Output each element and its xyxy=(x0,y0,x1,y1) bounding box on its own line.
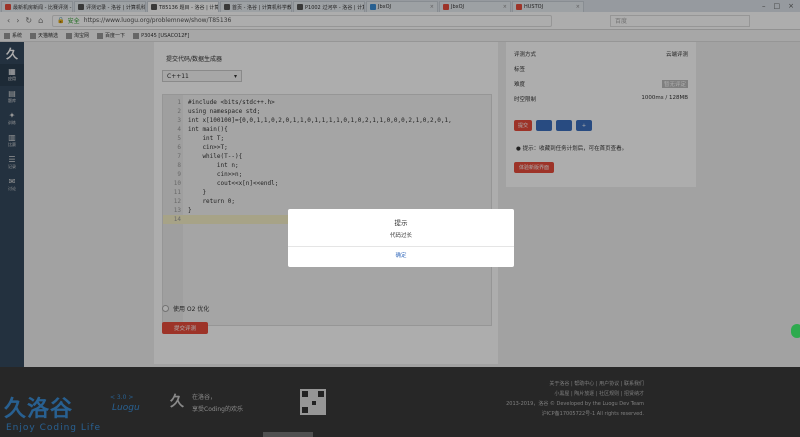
alert-dialog: 提示 代码过长 确定 xyxy=(288,209,514,267)
ok-button[interactable]: 确定 xyxy=(288,251,514,259)
floating-action-icon[interactable] xyxy=(791,324,800,338)
dialog-title: 提示 xyxy=(394,219,408,227)
dialog-message: 代码过长 xyxy=(389,233,412,239)
dialog-divider xyxy=(288,246,514,247)
